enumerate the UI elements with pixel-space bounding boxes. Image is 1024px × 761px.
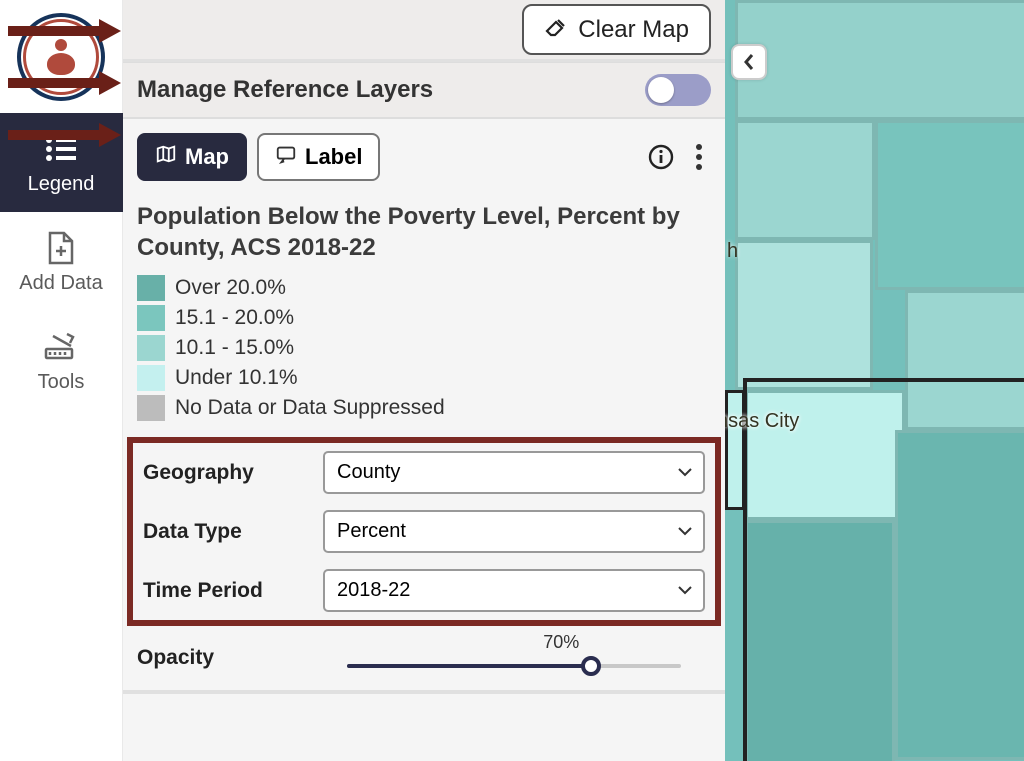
add-data-icon — [43, 230, 79, 266]
tab-label[interactable]: Label — [257, 133, 380, 181]
geography-label: Geography — [143, 461, 323, 485]
geography-select[interactable]: County — [323, 451, 705, 494]
county-shape — [895, 430, 1024, 760]
clear-map-button[interactable]: Clear Map — [522, 4, 711, 55]
annotation-arrow — [3, 68, 123, 98]
clear-map-label: Clear Map — [578, 16, 689, 44]
county-shape — [725, 390, 745, 510]
legend-item: No Data or Data Suppressed — [137, 395, 711, 421]
map-icon — [155, 143, 177, 171]
tab-label-text: Label — [305, 144, 362, 170]
rail-legend-label: Legend — [28, 173, 95, 196]
city-label: nsas City — [725, 410, 799, 433]
geography-value[interactable]: County — [323, 451, 705, 494]
legend-item-label: Under 10.1% — [175, 366, 298, 390]
opacity-label: Opacity — [137, 646, 317, 670]
reference-layers-row[interactable]: Manage Reference Layers — [123, 62, 725, 119]
eraser-icon — [544, 14, 568, 45]
legend-item: Over 20.0% — [137, 275, 711, 301]
county-shape — [875, 120, 1024, 290]
reference-layers-toggle[interactable] — [645, 74, 711, 106]
chevron-down-icon — [677, 582, 693, 600]
legend-item-label: 10.1 - 15.0% — [175, 336, 294, 360]
swatch-icon — [137, 395, 165, 421]
state-boundary — [743, 378, 1024, 382]
rail-add-data[interactable]: Add Data — [0, 212, 123, 311]
chevron-down-icon — [677, 464, 693, 482]
legend-item: 10.1 - 15.0% — [137, 335, 711, 361]
layer-controls-highlight: Geography County Data Type Percent Time … — [127, 437, 721, 626]
swatch-icon — [137, 365, 165, 391]
rail-add-data-label: Add Data — [19, 272, 102, 295]
legend-item: 15.1 - 20.0% — [137, 305, 711, 331]
annotation-arrow — [3, 120, 123, 150]
label-icon — [275, 143, 297, 171]
side-rail: Legend Add Data Tools — [0, 0, 123, 761]
datatype-value[interactable]: Percent — [323, 510, 705, 553]
timeperiod-label: Time Period — [143, 579, 323, 603]
legend-item: Under 10.1% — [137, 365, 711, 391]
legend-item-label: Over 20.0% — [175, 276, 286, 300]
annotation-arrow — [3, 16, 123, 46]
timeperiod-value[interactable]: 2018-22 — [323, 569, 705, 612]
timeperiod-select[interactable]: 2018-22 — [323, 569, 705, 612]
tab-map-label: Map — [185, 144, 229, 170]
reference-layers-label: Manage Reference Layers — [137, 76, 433, 104]
map-area[interactable]: h nsas City — [725, 0, 1024, 761]
rail-tools[interactable]: Tools — [0, 311, 123, 410]
datatype-label: Data Type — [143, 520, 323, 544]
datatype-select[interactable]: Percent — [323, 510, 705, 553]
tools-icon — [43, 329, 79, 365]
tab-map[interactable]: Map — [137, 133, 247, 181]
opacity-row: Opacity 70% — [123, 626, 725, 694]
legend-items: Over 20.0% 15.1 - 20.0% 10.1 - 15.0% Und… — [137, 275, 711, 421]
legend-panel: Clear Map Manage Reference Layers Map La… — [123, 0, 725, 761]
collapse-panel-button[interactable] — [731, 44, 767, 80]
swatch-icon — [137, 335, 165, 361]
legend-title: Population Below the Poverty Level, Perc… — [137, 201, 711, 263]
state-boundary — [743, 378, 747, 761]
county-shape — [735, 0, 1024, 120]
legend-block: Population Below the Poverty Level, Perc… — [123, 185, 725, 437]
map-label-fragment: h — [727, 240, 738, 263]
swatch-icon — [137, 305, 165, 331]
county-shape — [905, 290, 1024, 430]
county-shape — [735, 240, 873, 390]
chevron-down-icon — [677, 523, 693, 541]
info-button[interactable] — [645, 141, 677, 173]
opacity-value: 70% — [543, 632, 579, 653]
county-shape — [745, 520, 895, 761]
opacity-slider[interactable]: 70% — [317, 636, 711, 680]
rail-tools-label: Tools — [38, 371, 85, 394]
legend-item-label: 15.1 - 20.0% — [175, 306, 294, 330]
swatch-icon — [137, 275, 165, 301]
county-shape — [735, 120, 875, 240]
legend-item-label: No Data or Data Suppressed — [175, 396, 445, 420]
slider-thumb[interactable] — [581, 656, 601, 676]
more-menu-button[interactable] — [687, 141, 711, 173]
